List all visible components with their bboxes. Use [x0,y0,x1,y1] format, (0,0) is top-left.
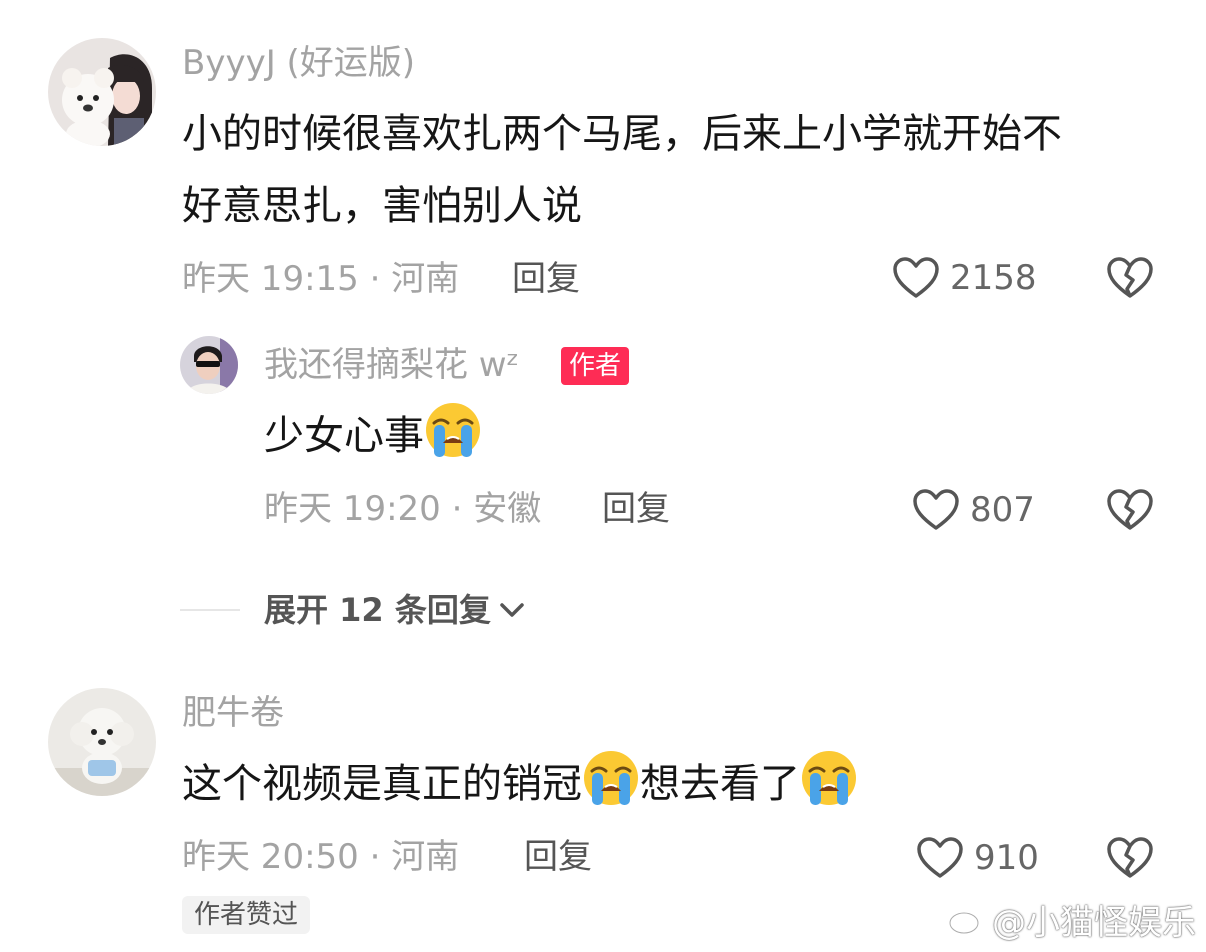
loudly-crying-face-icon [426,403,480,457]
comment-content-line: 好意思扎，害怕别人说 [182,183,582,229]
loudly-crying-face-icon [584,751,638,805]
reply-content-text: 少女心事 [264,413,424,459]
like-button[interactable]: 2158 [892,256,1037,300]
like-button[interactable]: 910 [916,836,1039,880]
comment-content: 这个视频是真正的销冠 想去看了 [182,748,858,820]
comment-username[interactable]: 肥牛卷 [182,696,284,730]
author-badge: 作者 [561,347,630,385]
heart-icon [913,489,959,530]
dislike-button[interactable] [1106,836,1154,884]
like-button[interactable]: 807 [912,488,1035,532]
reply-content-line: 少女心事 [264,400,482,472]
dislike-button[interactable] [1106,256,1154,304]
weibo-logo-icon [948,907,986,934]
reply-button[interactable]: 回复 [512,262,580,296]
dislike-button[interactable] [1106,488,1154,536]
heart-icon [917,837,963,878]
comment-content-line: 小的时候很喜欢扎两个马尾，后来上小学就开始不 [182,111,1062,157]
white-puppy-plush-avatar-icon [48,688,156,796]
comment-content-text: 想去看了 [640,761,800,807]
watermark: @小猫怪娱乐 [948,895,1196,944]
comment-username[interactable]: ByyyJ (好运版) [182,46,415,80]
reply-content: 少女心事 [264,400,482,472]
avatar[interactable] [48,688,156,796]
loudly-crying-face-icon [802,751,856,805]
like-count: 2158 [950,258,1037,298]
avatar[interactable] [48,38,156,146]
reply-meta: 昨天 19:20 · 安徽 [264,489,542,529]
girl-with-plush-avatar-icon [48,38,156,146]
watermark-text: @小猫怪娱乐 [992,903,1196,943]
like-count: 807 [970,490,1035,530]
avatar[interactable] [180,336,238,394]
like-count: 910 [974,838,1039,878]
expand-replies-label: 展开 12 条回复 [264,591,491,629]
comment-meta: 昨天 20:50 · 河南 [182,837,460,877]
comment-content-text: 这个视频是真正的销冠 [182,761,582,807]
comment-meta: 昨天 19:15 · 河南 [182,259,460,299]
reply-button[interactable]: 回复 [602,492,670,526]
man-sunglasses-avatar-icon [180,336,238,394]
heart-icon [893,257,939,298]
divider [180,609,240,611]
comment-content-line: 这个视频是真正的销冠 想去看了 [182,748,858,820]
chevron-down-icon [500,603,524,617]
author-liked-tag: 作者赞过 [182,896,311,934]
broken-heart-icon [1107,257,1153,298]
broken-heart-icon [1107,489,1153,530]
reply-button[interactable]: 回复 [524,840,592,874]
comment-content: 小的时候很喜欢扎两个马尾，后来上小学就开始不 好意思扎，害怕别人说 [182,98,1062,242]
expand-replies-button[interactable]: 展开 12 条回复 [264,594,527,626]
reply-username[interactable]: 我还得摘梨花 wᶻ [264,348,519,382]
broken-heart-icon [1107,837,1153,878]
